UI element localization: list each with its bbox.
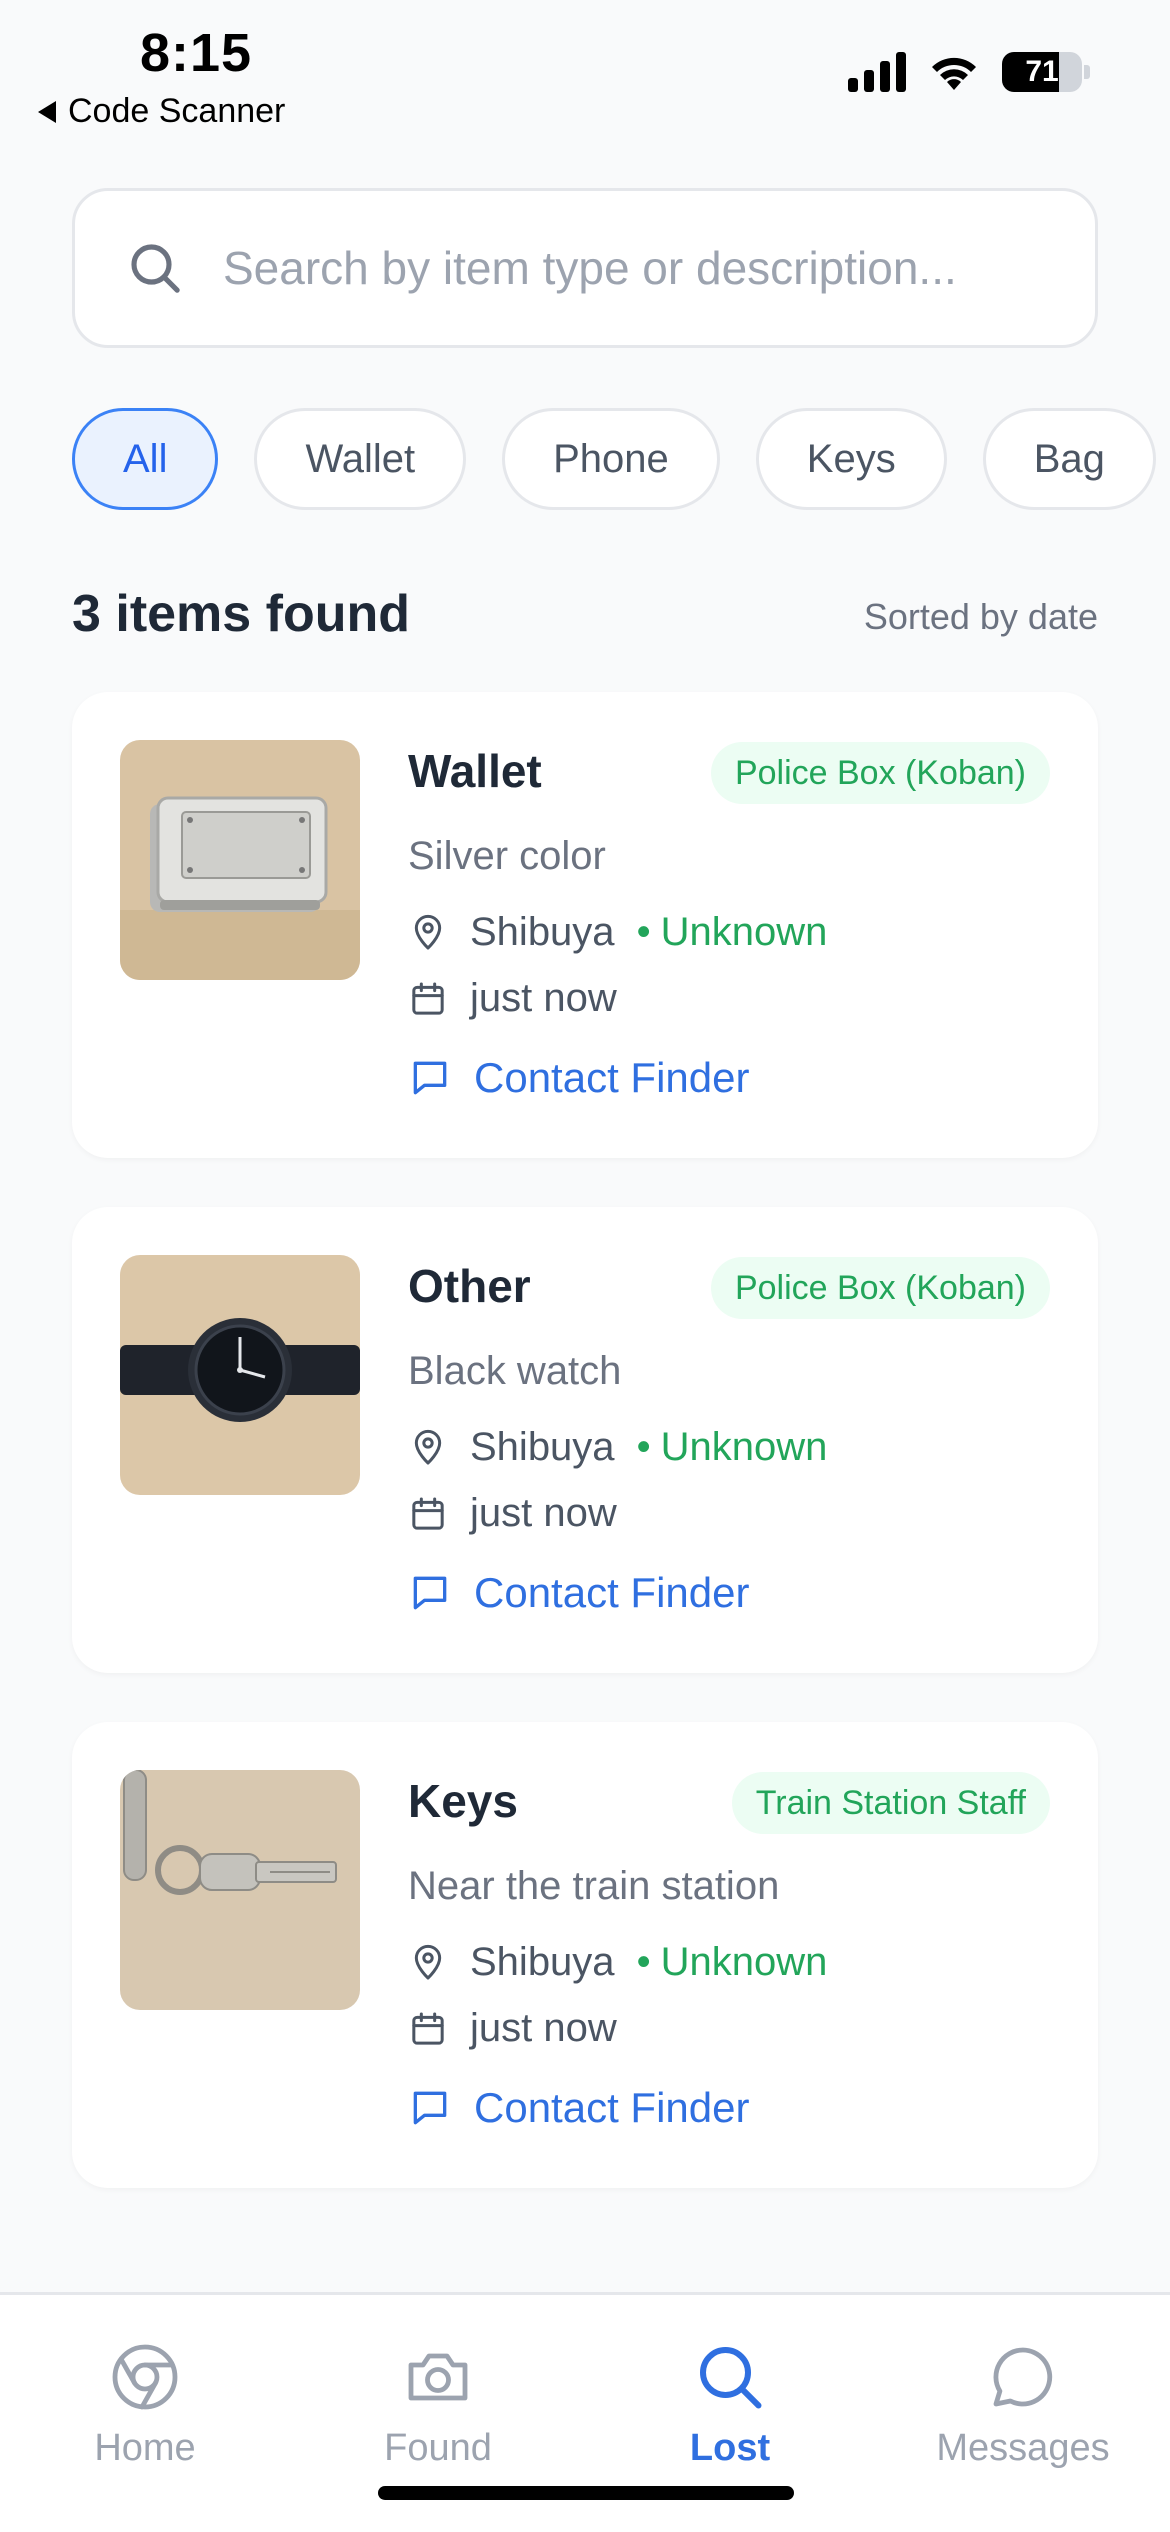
search-icon (700, 2347, 762, 2409)
item-photo-watch (120, 1255, 360, 1495)
tab-home[interactable]: Home (35, 2341, 255, 2470)
item-location-row: Shibuya Unknown (408, 1940, 827, 1985)
camera-icon (408, 2353, 468, 2401)
item-status: Unknown (637, 910, 828, 955)
message-square-icon (413, 2091, 447, 2125)
chrome-icon (112, 2344, 178, 2410)
contact-finder-label: Contact Finder (474, 2084, 750, 2131)
item-photo-wallet (120, 740, 360, 980)
tab-found[interactable]: Found (328, 2341, 548, 2470)
search-input[interactable] (223, 241, 1043, 295)
item-description: Black watch (408, 1349, 622, 1393)
calendar-icon (412, 982, 444, 1015)
battery-level: 71 (1025, 55, 1059, 88)
search-icon (131, 244, 180, 293)
filter-chip-phone[interactable]: Phone (502, 408, 720, 510)
item-date: just now (470, 1491, 617, 1535)
item-title: Keys (408, 1775, 518, 1827)
tab-label: Messages (936, 2427, 1110, 2469)
map-pin-icon (414, 1429, 442, 1464)
back-triangle-icon (38, 100, 56, 123)
item-status: Unknown (637, 1940, 828, 1985)
item-date: just now (470, 2006, 617, 2050)
contact-finder-button[interactable]: Contact Finder (408, 1569, 749, 1617)
search-bar[interactable] (72, 188, 1098, 348)
message-square-icon (413, 1576, 447, 1610)
map-pin-icon (414, 1944, 442, 1979)
message-square-icon (413, 1061, 447, 1095)
item-description: Near the train station (408, 1864, 780, 1908)
contact-finder-label: Contact Finder (474, 1054, 750, 1101)
item-title: Other (408, 1260, 531, 1312)
item-title: Wallet (408, 745, 542, 797)
filter-chip-keys[interactable]: Keys (755, 408, 947, 510)
item-card[interactable]: Other Police Box (Koban) Black watch Shi… (72, 1207, 1098, 1673)
item-source-badge: Police Box (Koban) (710, 1257, 1050, 1319)
contact-finder-label: Contact Finder (474, 1569, 750, 1616)
message-circle-icon (993, 2347, 1053, 2407)
item-card[interactable]: Keys Train Station Staff Near the train … (72, 1722, 1098, 2188)
filter-chips: All Wallet Phone Keys Bag (72, 408, 1156, 510)
results-count: 3 items found (72, 585, 411, 643)
status-bar: 8:15 Code Scanner 71 (0, 0, 1170, 140)
item-photo-keys (120, 1770, 360, 2010)
filter-chip-wallet[interactable]: Wallet (254, 408, 467, 510)
cellular-signal-icon (848, 52, 906, 92)
sort-label[interactable]: Sorted by date (864, 596, 1098, 638)
item-location: Shibuya (470, 910, 615, 954)
item-date: just now (470, 976, 617, 1020)
tab-label: Home (94, 2427, 196, 2469)
filter-chip-all[interactable]: All (72, 408, 219, 510)
item-source-badge: Police Box (Koban) (710, 742, 1050, 804)
item-date-row: just now (408, 976, 617, 1021)
tab-label: Found (384, 2427, 492, 2469)
tab-label: Lost (689, 2427, 771, 2469)
status-icons: 71 (848, 52, 1090, 92)
item-location: Shibuya (470, 1940, 615, 1984)
item-card[interactable]: Wallet Police Box (Koban) Silver color S… (72, 692, 1098, 1158)
status-time: 8:15 (140, 23, 253, 83)
item-location-row: Shibuya Unknown (408, 1425, 827, 1470)
filter-chip-bag[interactable]: Bag (982, 408, 1156, 510)
battery-icon: 71 (1002, 52, 1082, 92)
calendar-icon (412, 1497, 444, 1530)
home-indicator[interactable] (378, 2486, 794, 2500)
item-location-row: Shibuya Unknown (408, 910, 827, 955)
item-location: Shibuya (470, 1425, 615, 1469)
calendar-icon (412, 2012, 444, 2045)
back-app-label: Code Scanner (68, 92, 286, 130)
map-pin-icon (414, 914, 442, 949)
item-source-badge: Train Station Staff (731, 1772, 1050, 1834)
contact-finder-button[interactable]: Contact Finder (408, 2084, 749, 2132)
item-status: Unknown (637, 1425, 828, 1470)
item-date-row: just now (408, 1491, 617, 1536)
tab-lost[interactable]: Lost (620, 2341, 840, 2470)
back-to-app-link[interactable]: Code Scanner (38, 92, 285, 131)
item-description: Silver color (408, 834, 606, 878)
contact-finder-button[interactable]: Contact Finder (408, 1054, 749, 1102)
item-date-row: just now (408, 2006, 617, 2051)
tab-messages[interactable]: Messages (913, 2341, 1133, 2470)
wifi-icon (932, 57, 976, 90)
